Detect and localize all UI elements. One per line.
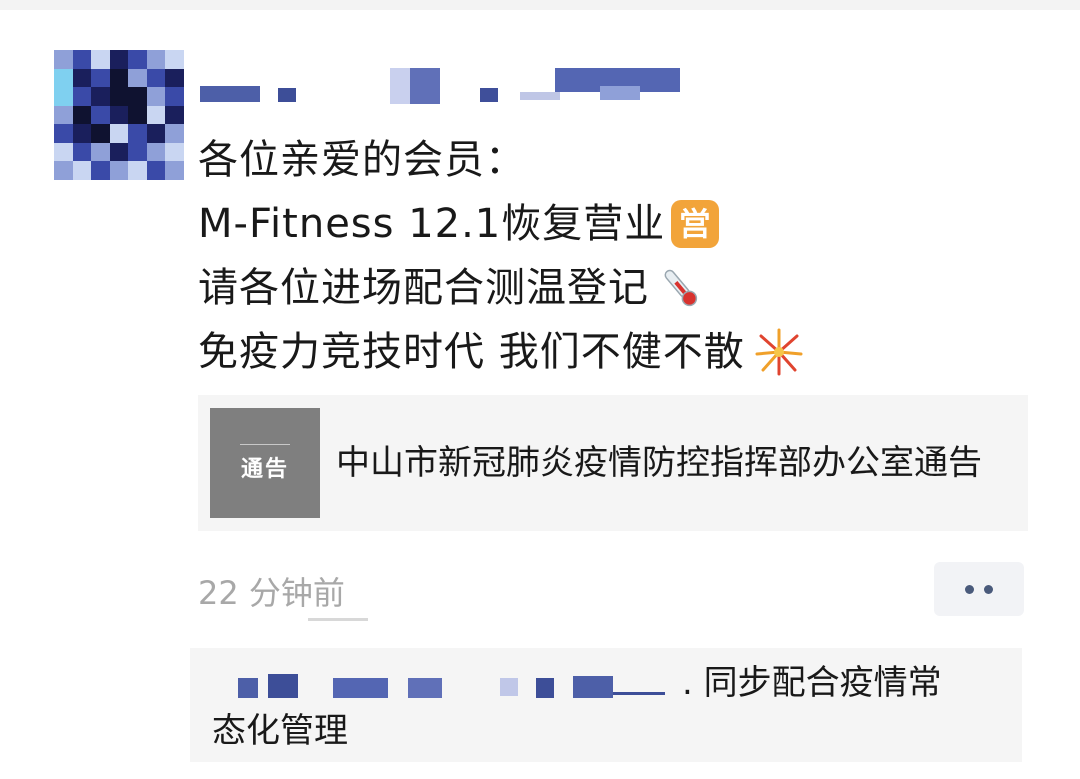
blur-block [520,92,560,100]
post-line: 免疫力竞技时代 我们不健不散 [198,320,807,384]
post-line: 请各位进场配合测温登记 [198,256,807,320]
post-line-text: 各位亲爱的会员： [198,137,526,183]
post-line-text: M-Fitness 12.1恢复营业 [198,201,666,247]
avatar-pixel [146,142,166,162]
avatar-pixel [54,50,73,69]
more-actions-button[interactable] [934,562,1024,616]
avatar-pixel [128,87,147,106]
post-line: M-Fitness 12.1恢复营业 営 [198,192,807,256]
blur-block [480,88,498,102]
avatar-pixel [54,142,73,162]
avatar-pixel [91,142,110,162]
avatar-pixel [109,161,129,180]
avatar-pixel [91,50,110,69]
avatar-pixel [91,105,110,125]
ying-business-emoji-icon: 営 [671,200,720,248]
avatar-pixel [146,68,166,88]
blur-block [268,674,298,698]
avatar-pixel [165,50,184,69]
avatar-pixel [54,161,73,180]
avatar-pixel [72,161,92,180]
blur-block [408,678,442,698]
avatar-pixel [165,124,184,143]
avatar-pixel [109,142,129,162]
avatar-pixel [91,87,110,106]
blur-block [238,678,258,698]
avatar-pixel [128,105,147,125]
blur-block [500,678,518,696]
avatar-pixel [128,68,147,88]
avatar-pixel [72,68,92,88]
avatar-pixel [165,142,184,162]
avatar-pixel [146,105,166,125]
avatar[interactable] [54,50,184,180]
avatar-pixel [54,124,73,143]
comment-text: . 同步配合疫情常 [682,663,942,703]
avatar-pixel [91,161,110,180]
article-thumbnail: 通告 [210,408,320,518]
more-dots-icon [984,584,993,594]
more-dots-icon [965,584,974,594]
avatar-pixel [109,87,129,106]
blur-block [573,676,613,698]
avatar-pixel [72,50,92,69]
avatar-pixel [109,105,129,125]
avatar-pixel [128,50,147,69]
post-timestamp: 22 分钟前 [198,574,345,612]
avatar-pixel [54,68,73,88]
thumbnail-rule [240,443,290,445]
avatar-pixel [109,68,129,88]
avatar-pixel [54,105,73,125]
avatar-pixel [72,124,92,143]
blur-block [333,678,388,698]
avatar-pixel [165,161,184,180]
article-title: 中山市新冠肺炎疫情防控指挥部办公室通告 [336,443,982,483]
blur-block [278,88,296,102]
avatar-pixel [146,124,166,143]
commenter-name-blurred[interactable] [238,674,678,704]
thermometer-emoji-icon [655,263,705,313]
avatar-pixel [165,87,184,106]
blur-block [390,68,410,104]
avatar-pixel [54,87,73,106]
avatar-pixel [91,68,110,88]
thumbnail-label: 通告 [240,456,289,482]
shared-article-card[interactable]: 通告 中山市新冠肺炎疫情防控指挥部办公室通告 [198,395,1028,531]
post-line-text: 免疫力竞技时代 我们不健不散 [198,329,745,375]
top-divider [0,0,1080,10]
avatar-pixel [165,105,184,125]
avatar-pixel [146,161,166,180]
avatar-pixel [72,105,92,125]
avatar-pixel [146,87,166,106]
blur-block [410,68,440,104]
avatar-pixel [72,142,92,162]
avatar-pixel [146,50,166,69]
blur-block [600,86,640,100]
avatar-pixel [91,124,110,143]
avatar-pixel [165,68,184,88]
timestamp-underline [308,618,368,621]
avatar-pixel [128,124,147,143]
blur-block [200,86,260,102]
blur-block [536,678,554,698]
blur-block [613,692,665,695]
fireworks-emoji-icon [751,324,807,380]
avatar-pixel [109,124,129,143]
avatar-pixel [109,50,129,69]
avatar-pixel [72,87,92,106]
post-line-text: 请各位进场配合测温登记 [198,265,649,311]
username-blurred[interactable] [200,68,700,108]
post-line: 各位亲爱的会员： [198,128,807,192]
comment-text: 态化管理 [212,711,348,751]
avatar-pixel [128,161,147,180]
avatar-pixel [128,142,147,162]
post-body: 各位亲爱的会员： M-Fitness 12.1恢复营业 営 请各位进场配合测温登… [198,128,807,384]
